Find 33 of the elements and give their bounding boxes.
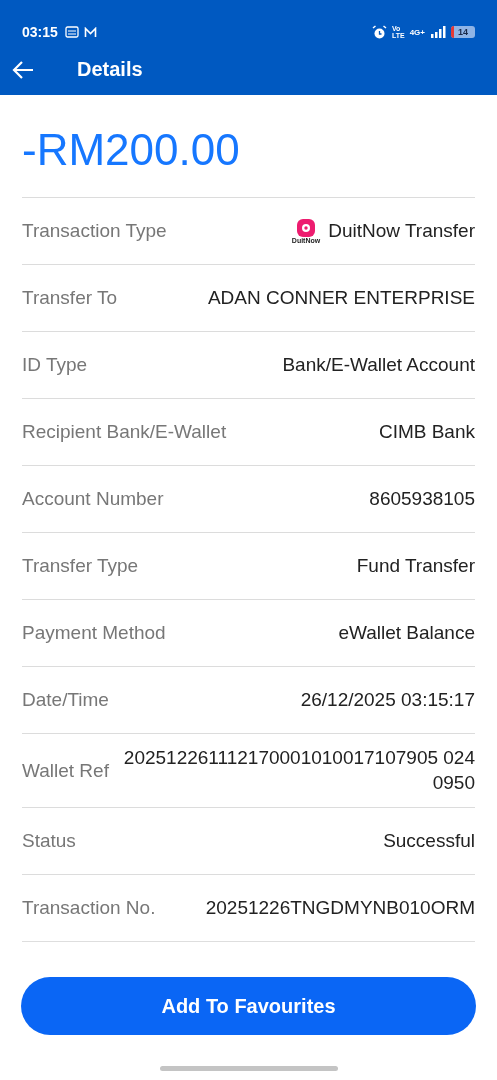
- detail-label: Date/Time: [22, 689, 109, 711]
- back-arrow-icon[interactable]: [12, 60, 34, 79]
- detail-value: eWallet Balance: [338, 620, 475, 645]
- network-label: 4G+: [409, 27, 425, 37]
- detail-value: Successful: [383, 829, 475, 854]
- detail-value: DuitNow Transfer: [328, 218, 475, 243]
- amount: -RM200.00: [22, 95, 475, 198]
- detail-label: Transfer To: [22, 287, 118, 309]
- add-to-favourites-button[interactable]: Add To Favourites: [21, 977, 476, 1035]
- mail-icon: [83, 26, 97, 38]
- detail-label: Status: [22, 830, 76, 853]
- alarm-icon: [371, 24, 387, 40]
- detail-label: Transaction Type: [22, 220, 167, 242]
- battery-level: 14: [458, 27, 468, 37]
- signal-icon: [430, 26, 446, 38]
- detail-label: Account Number: [22, 488, 164, 510]
- detail-label: Wallet Ref: [22, 759, 109, 782]
- detail-label: Payment Method: [22, 622, 166, 644]
- detail-label: Transaction No.: [22, 897, 156, 920]
- detail-label: Recipient Bank/E-Wallet: [22, 421, 227, 443]
- status-time: 03:15: [22, 24, 58, 40]
- detail-label: Transfer Type: [22, 555, 139, 577]
- detail-value: Fund Transfer: [356, 553, 475, 578]
- detail-value: CIMB Bank: [378, 419, 475, 444]
- notification-icon: [64, 26, 79, 38]
- detail-value: 26/12/2025 03:15:17: [300, 687, 475, 712]
- detail-label: ID Type: [22, 354, 88, 376]
- page-title: Details: [77, 58, 143, 81]
- detail-value: Bank/E-Wallet Account: [282, 352, 475, 377]
- detail-value: 202512261112170001010017107905 0240950: [122, 746, 475, 795]
- detail-value: 20251226TNGDMYNB010ORM: [205, 896, 475, 921]
- detail-value: ADAN CONNER ENTERPRISE: [207, 285, 475, 310]
- detail-value: 8605938105: [369, 486, 475, 511]
